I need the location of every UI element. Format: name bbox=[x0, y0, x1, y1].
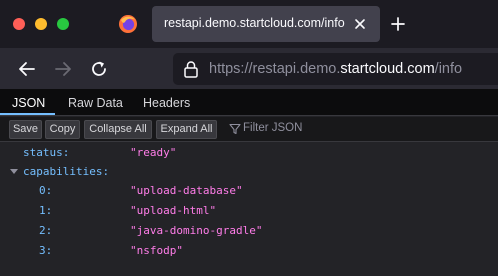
address-bar[interactable]: https://restapi.demo.startcloud.com/info bbox=[173, 53, 498, 85]
url-prefix: https://restapi.demo. bbox=[209, 61, 341, 77]
json-viewer-tabs: JSON Raw Data Headers bbox=[0, 90, 498, 116]
maximize-window-button[interactable] bbox=[57, 18, 69, 30]
json-value: "upload-database" bbox=[130, 184, 243, 197]
json-value: "ready" bbox=[130, 146, 177, 159]
lock-icon[interactable] bbox=[183, 60, 199, 78]
browser-tab-active[interactable]: restapi.demo.startcloud.com/info bbox=[152, 6, 380, 42]
json-key: 3: bbox=[39, 244, 53, 257]
save-button[interactable]: Save bbox=[9, 120, 42, 139]
collapse-all-button[interactable]: Collapse All bbox=[84, 120, 152, 139]
active-tab-indicator bbox=[0, 113, 55, 115]
filter-json-input[interactable]: Filter JSON bbox=[243, 122, 302, 134]
json-row-status[interactable]: status: "ready" bbox=[0, 143, 498, 162]
tab-title: restapi.demo.startcloud.com/info bbox=[164, 16, 345, 30]
expand-twisty-icon[interactable] bbox=[10, 169, 18, 174]
tab-headers[interactable]: Headers bbox=[143, 96, 190, 110]
expand-all-button[interactable]: Expand All bbox=[156, 120, 217, 139]
json-key: status: bbox=[23, 146, 70, 159]
new-tab-icon[interactable] bbox=[388, 14, 408, 34]
url-text[interactable]: https://restapi.demo.startcloud.com/info bbox=[209, 61, 462, 77]
close-window-button[interactable] bbox=[13, 18, 25, 30]
json-key: 2: bbox=[39, 224, 53, 237]
json-value: "upload-html" bbox=[130, 204, 217, 217]
back-arrow-icon[interactable] bbox=[16, 58, 38, 80]
navigation-toolbar: https://restapi.demo.startcloud.com/info bbox=[0, 48, 498, 90]
json-row-capability-0[interactable]: 0: "upload-database" bbox=[0, 181, 498, 200]
forward-arrow-icon[interactable] bbox=[52, 58, 74, 80]
filter-icon bbox=[229, 123, 241, 135]
json-value: "nsfodp" bbox=[130, 244, 183, 257]
firefox-logo-icon[interactable] bbox=[118, 14, 138, 34]
json-toolbar: Save Copy Collapse All Expand All Filter… bbox=[0, 117, 498, 142]
json-key: capabilities: bbox=[23, 165, 110, 178]
reload-icon[interactable] bbox=[88, 58, 110, 80]
json-row-capabilities[interactable]: capabilities: bbox=[0, 162, 498, 181]
json-key: 0: bbox=[39, 184, 53, 197]
json-tree: status: "ready" capabilities: 0: "upload… bbox=[0, 142, 498, 276]
json-key: 1: bbox=[39, 204, 53, 217]
json-row-capability-1[interactable]: 1: "upload-html" bbox=[0, 201, 498, 220]
json-value: "java-domino-gradle" bbox=[130, 224, 263, 237]
tab-close-icon[interactable] bbox=[350, 14, 370, 34]
tab-strip: restapi.demo.startcloud.com/info bbox=[0, 0, 498, 48]
url-path: /info bbox=[434, 61, 463, 77]
minimize-window-button[interactable] bbox=[35, 18, 47, 30]
copy-button[interactable]: Copy bbox=[45, 120, 80, 139]
json-row-capability-2[interactable]: 2: "java-domino-gradle" bbox=[0, 221, 498, 240]
tab-json[interactable]: JSON bbox=[12, 96, 45, 110]
url-domain: startcloud.com bbox=[340, 61, 435, 77]
json-row-capability-3[interactable]: 3: "nsfodp" bbox=[0, 241, 498, 260]
tab-raw-data[interactable]: Raw Data bbox=[68, 96, 123, 110]
